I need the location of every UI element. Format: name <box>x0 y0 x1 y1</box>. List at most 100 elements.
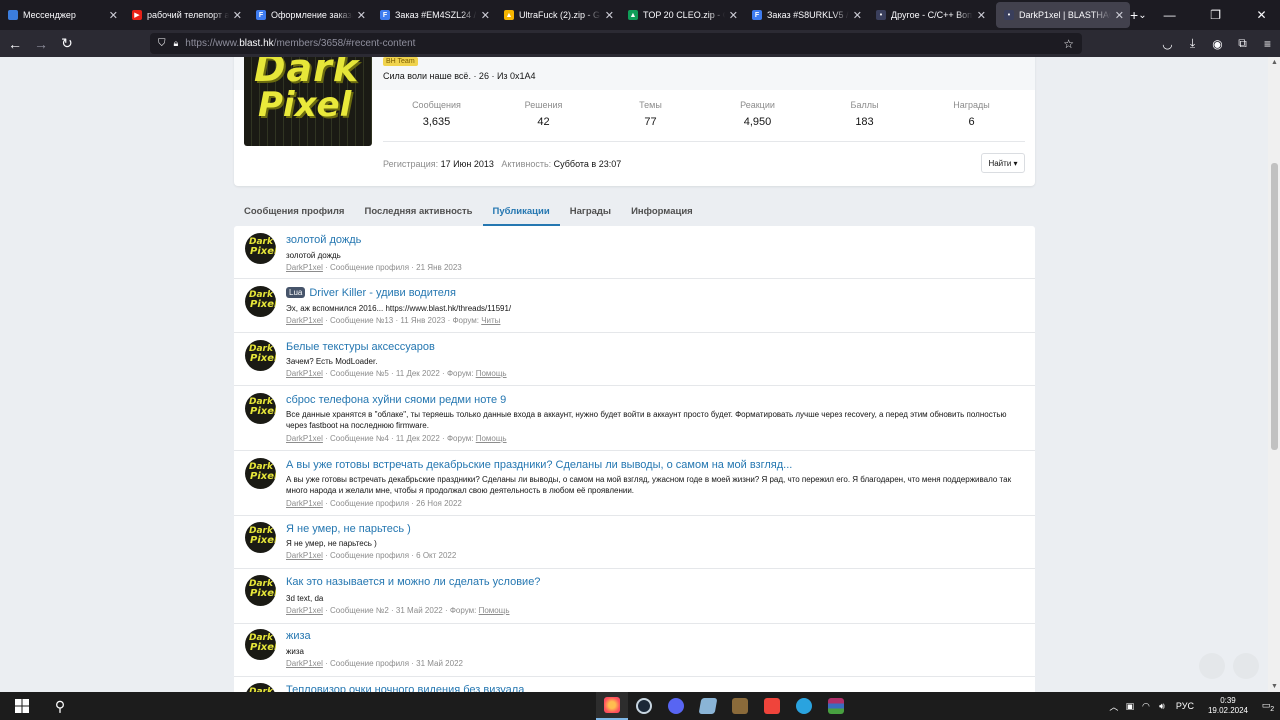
anydesk-taskbar-icon[interactable] <box>756 692 788 720</box>
tray-chevron-icon[interactable]: ︿ <box>1106 700 1122 713</box>
find-button[interactable]: Найти ▾ <box>981 153 1025 173</box>
winrar-taskbar-icon[interactable] <box>820 692 852 720</box>
back-icon[interactable]: ← <box>2 36 28 52</box>
author-link[interactable]: DarkP1xel <box>286 606 323 615</box>
profile-stat[interactable]: Баллы 183 <box>811 97 918 141</box>
minimize-icon[interactable]: — <box>1147 0 1193 30</box>
forum-link[interactable]: Помощь <box>479 606 510 615</box>
discord-taskbar-icon[interactable] <box>660 692 692 720</box>
profile-tab[interactable]: Сообщения профиля <box>234 200 354 226</box>
new-tab-button[interactable]: + <box>1130 7 1138 23</box>
browser-tab[interactable]: ▶ рабочий телепорт арсеналь ✕ <box>124 0 248 30</box>
wifi-icon[interactable]: ◠ <box>1138 701 1154 712</box>
tab-close-icon[interactable]: ✕ <box>605 9 614 22</box>
tray-app-icon[interactable]: ▣ <box>1122 701 1138 712</box>
author-avatar[interactable]: DarkPixel <box>245 575 276 606</box>
bookmark-star-icon[interactable]: ☆ <box>1063 37 1074 51</box>
post-title-link[interactable]: Белые текстуры аксессуаров <box>286 341 435 353</box>
profile-stat[interactable]: Реакции 4,950 <box>704 97 811 141</box>
scroll-up-arrow-icon[interactable]: ▲ <box>1271 59 1278 66</box>
menu-icon[interactable]: ≡ <box>1255 37 1280 51</box>
author-avatar[interactable]: DarkPixel <box>245 683 276 692</box>
author-link[interactable]: DarkP1xel <box>286 434 323 443</box>
tab-close-icon[interactable]: ✕ <box>853 9 862 22</box>
downloads-icon[interactable]: ⤓ <box>1180 36 1205 51</box>
lock-icon[interactable]: 🔒︎ <box>174 38 179 49</box>
profile-stat[interactable]: Награды 6 <box>918 97 1025 141</box>
post-title-link[interactable]: Как это называется и можно ли сделать ус… <box>286 576 540 588</box>
tab-close-icon[interactable]: ✕ <box>233 9 242 22</box>
profile-stat[interactable]: Решения 42 <box>490 97 597 141</box>
author-link[interactable]: DarkP1xel <box>286 659 323 668</box>
browser-tab[interactable]: • Другое - C/C++ Вопросы ✕ <box>868 0 992 30</box>
post-title-link[interactable]: Lua Driver Killer - удиви водителя <box>286 287 456 299</box>
tab-close-icon[interactable]: ✕ <box>977 9 986 22</box>
volume-icon[interactable]: 🔊︎ <box>1154 701 1170 712</box>
profile-tab[interactable]: Награды <box>560 200 621 226</box>
author-avatar[interactable]: DarkPixel <box>245 393 276 424</box>
reload-icon[interactable]: ↻ <box>54 35 80 52</box>
forum-link[interactable]: Читы <box>481 316 500 325</box>
notifications-icon[interactable]: ▭2 <box>1256 700 1280 713</box>
forum-link[interactable]: Помощь <box>476 369 507 378</box>
tab-close-icon[interactable]: ✕ <box>729 9 738 22</box>
shield-icon[interactable]: ⛉ <box>158 38 166 49</box>
scroll-top-button[interactable] <box>1199 653 1225 679</box>
list-all-tabs-icon[interactable]: ⌄ <box>1138 10 1146 21</box>
tab-close-icon[interactable]: ✕ <box>1115 9 1124 22</box>
author-avatar[interactable]: DarkPixel <box>245 458 276 489</box>
forward-icon[interactable]: → <box>28 36 54 52</box>
search-icon[interactable]: ⚲ <box>44 692 76 720</box>
author-link[interactable]: DarkP1xel <box>286 263 323 272</box>
post-title-link[interactable]: золотой дождь <box>286 234 361 246</box>
steam-taskbar-icon[interactable] <box>628 692 660 720</box>
restore-icon[interactable]: ❐ <box>1193 0 1239 30</box>
clock[interactable]: 0:39 19.02.2024 <box>1200 696 1256 716</box>
page-scrollbar[interactable]: ▲ ▼ <box>1268 57 1280 692</box>
tab-close-icon[interactable]: ✕ <box>109 9 118 22</box>
author-avatar[interactable]: DarkPixel <box>245 340 276 371</box>
author-link[interactable]: DarkP1xel <box>286 316 323 325</box>
files-taskbar-icon[interactable] <box>692 692 724 720</box>
post-title-link[interactable]: А вы уже готовы встречать декабрьские пр… <box>286 459 792 471</box>
post-title-link[interactable]: жиза <box>286 630 311 642</box>
post-prefix-badge[interactable]: Lua <box>286 287 306 298</box>
browser-tab[interactable]: ▲ UltraFuck (2).zip - Google Drive ✕ <box>496 0 620 30</box>
post-title-link[interactable]: Я не умер, не парьтесь ) <box>286 523 411 535</box>
browser-tab[interactable]: F Заказ #S8URKLV5 / Funpay ✕ <box>744 0 868 30</box>
profile-tab[interactable]: Последняя активность <box>354 200 482 226</box>
author-avatar[interactable]: DarkPixel <box>245 286 276 317</box>
extensions-icon[interactable]: ⧉ <box>1230 36 1255 51</box>
profile-stat[interactable]: Темы 77 <box>597 97 704 141</box>
activity-value[interactable]: Суббота в 23:07 <box>554 159 622 169</box>
browser-tab[interactable]: F Заказ #EM4SZL24 / Funpay ✕ <box>372 0 496 30</box>
profile-tab[interactable]: Публикации <box>482 200 560 226</box>
box-app-taskbar-icon[interactable] <box>724 692 756 720</box>
profile-stat[interactable]: Сообщения 3,635 <box>383 97 490 141</box>
author-avatar[interactable]: DarkPixel <box>245 629 276 660</box>
profile-avatar[interactable]: Dark Pixel <box>244 57 372 146</box>
scrollbar-thumb[interactable] <box>1271 163 1278 450</box>
author-link[interactable]: DarkP1xel <box>286 551 323 560</box>
tab-close-icon[interactable]: ✕ <box>481 9 490 22</box>
windows-start-icon[interactable] <box>0 692 44 720</box>
firefox-taskbar-icon[interactable] <box>596 692 628 720</box>
language-indicator[interactable]: РУС <box>1170 701 1200 711</box>
close-window-icon[interactable]: ✕ <box>1239 0 1280 30</box>
address-bar[interactable]: ⛉ 🔒︎ https://www. blast.hk/members/3658/#… <box>150 33 1082 54</box>
account-icon[interactable]: ◉ <box>1205 37 1230 51</box>
profile-tab[interactable]: Информация <box>621 200 703 226</box>
scroll-down-arrow-icon[interactable]: ▼ <box>1271 683 1278 690</box>
browser-tab[interactable]: Мессенджер ✕ <box>0 0 124 30</box>
browser-tab[interactable]: • DarkP1xel | BLASTHACK ✕ <box>996 2 1130 28</box>
browser-tab[interactable]: ▲ TOP 20 CLEO.zip - Google Drive ✕ <box>620 0 744 30</box>
post-title-link[interactable]: Тепловизор очки ночного видения без визу… <box>286 684 524 692</box>
author-avatar[interactable]: DarkPixel <box>245 233 276 264</box>
forum-link[interactable]: Помощь <box>476 434 507 443</box>
browser-tab[interactable]: F Оформление заказа / Funpay ✕ <box>248 0 372 30</box>
author-avatar[interactable]: DarkPixel <box>245 522 276 553</box>
author-link[interactable]: DarkP1xel <box>286 369 323 378</box>
pocket-icon[interactable]: ◡ <box>1155 37 1180 51</box>
telegram-taskbar-icon[interactable] <box>788 692 820 720</box>
scroll-bottom-button[interactable] <box>1233 653 1259 679</box>
